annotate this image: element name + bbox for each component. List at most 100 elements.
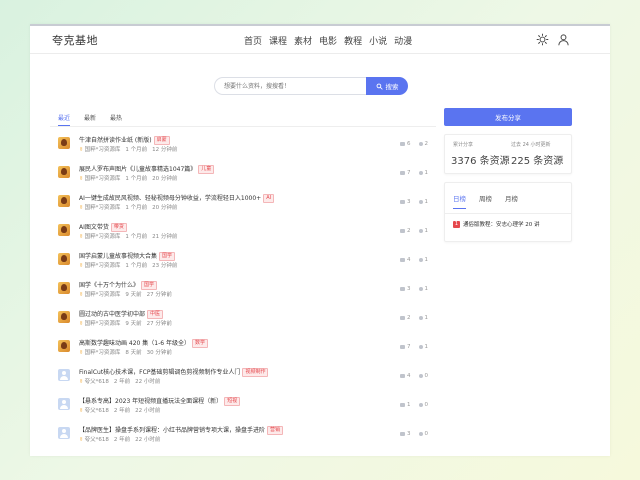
list-item[interactable]: FinalCut核心技术课，FCP基础剪辑调色剪视频制作专业人门 视频制作 ✌夸父*… [50, 365, 436, 395]
search-input[interactable] [214, 77, 366, 95]
nav-materials[interactable]: 素材 [294, 34, 312, 47]
list-tabs: 最近 最新 最热 [50, 111, 436, 127]
item-avatar [58, 398, 70, 410]
item-comments: 1 [418, 344, 428, 350]
ranking-tabs: 日榜 周榜 月榜 [453, 193, 518, 209]
sun-icon[interactable] [536, 33, 549, 46]
item-read-time: 23 分钟前 [152, 263, 178, 269]
item-avatar [58, 427, 70, 439]
item-meta: ✌夸父*618 2 年前 22 小时前 [79, 406, 160, 414]
item-title[interactable]: 国学《十万个为什么》 国学 [79, 280, 158, 290]
list-item[interactable]: AI图文带货 带货 ✌国粹*习资源库 1 个月前 21 分钟前 2 1 [50, 220, 436, 250]
item-stats: 40 [400, 373, 428, 379]
item-posted-time: 1 个月前 [125, 263, 148, 269]
item-comments-count: 1 [424, 170, 429, 176]
list-item[interactable]: 【品牌医生】操盘手系列课程：小红书品牌营销专项大课，操盘手进阶 营销 ✌夸父*618… [50, 423, 436, 453]
thumb-icon: ✌ [79, 234, 84, 240]
nav-novels[interactable]: 小说 [369, 34, 387, 47]
item-meta: ✌国粹*习资源库 9 天前 27 分钟前 [79, 319, 172, 327]
tab-recent[interactable]: 最近 [58, 111, 71, 126]
item-comments: 1 [418, 257, 428, 263]
item-meta: ✌国粹*习资源库 1 个月前 20 分钟前 [79, 174, 177, 182]
item-title[interactable]: AI一键生成故民风视频、轻秘视频母分钟收益，学流程轻日入1000+ AI [79, 193, 275, 203]
item-title[interactable]: 牛津自然拼读作业纸 (新版) 启蒙 [79, 135, 170, 145]
item-title[interactable]: 圆过动的古中医学初中部 中医 [79, 309, 164, 319]
list-item[interactable]: 国学启蒙儿童故事视频大合集 国学 ✌国粹*习资源库 1 个月前 23 分钟前 4 1 [50, 249, 436, 279]
list-item[interactable]: 圆过动的古中医学初中部 中医 ✌国粹*习资源库 9 天前 27 分钟前 2 1 [50, 307, 436, 337]
item-avatar [58, 369, 70, 381]
item-posted-time: 2 年前 [113, 437, 131, 443]
thumb-icon: ✌ [79, 205, 84, 211]
nav-movies[interactable]: 电影 [319, 34, 337, 47]
item-title-text: 【品牌医生】操盘手系列课程：小红书品牌营销专项大课，操盘手进阶 [79, 427, 266, 434]
eye-icon [400, 171, 405, 175]
nav-anime[interactable]: 动漫 [394, 34, 412, 47]
item-tag: 视频制作 [242, 368, 269, 377]
eye-icon [400, 374, 405, 378]
item-read-time: 22 小时前 [135, 437, 161, 443]
list-item[interactable]: 牛津自然拼读作业纸 (新版) 启蒙 ✌国粹*习资源库 1 个月前 12 分钟前 6 2 [50, 133, 436, 163]
item-views: 7 [400, 170, 411, 176]
item-author: ✌国粹*习资源库 [79, 203, 120, 211]
ranking-divider [445, 213, 571, 214]
list-item[interactable]: 高斯数学趣味动画 420 集（1-6 年级全） 数学 ✌国粹*习资源库 8 天前 30 … [50, 336, 436, 366]
item-views: 4 [400, 257, 411, 263]
item-stats: 31 [400, 286, 428, 292]
item-title[interactable]: AI图文带货 带货 [79, 222, 127, 232]
item-title[interactable]: 【品牌医生】操盘手系列课程：小红书品牌营销专项大课，操盘手进阶 营销 [79, 425, 284, 435]
publish-share-button[interactable]: 发布分享 [444, 108, 572, 126]
search-button[interactable]: 搜索 [366, 77, 408, 95]
item-title[interactable]: 【悬系专高】2023 年短视频直播玩法全面课程（新） 短视 [79, 396, 241, 406]
list-item[interactable]: 国学《十万个为什么》 国学 ✌国粹*习资源库 9 天前 27 分钟前 3 1 [50, 278, 436, 308]
item-title-text: 国学启蒙儿童故事视频大合集 [79, 253, 158, 260]
item-author-name: 夸父*618 [84, 379, 109, 385]
item-comments: 1 [418, 228, 428, 234]
item-tag: 启蒙 [153, 136, 170, 145]
site-logo[interactable]: 夸克基地 [52, 32, 98, 48]
item-title[interactable]: FinalCut核心技术课，FCP基础剪辑调色剪视频制作专业人门 视频制作 [79, 367, 269, 377]
tab-hottest[interactable]: 最热 [110, 111, 122, 126]
item-title[interactable]: 高斯数学趣味动画 420 集（1-6 年级全） 数学 [79, 338, 208, 348]
item-author: ✌国粹*习资源库 [79, 319, 120, 327]
item-author-name: 国粹*习资源库 [84, 292, 121, 298]
nav-home[interactable]: 首页 [244, 34, 262, 47]
item-read-time: 20 分钟前 [152, 205, 178, 211]
item-views: 4 [400, 373, 411, 379]
tab-daily[interactable]: 日榜 [453, 193, 466, 209]
item-avatar [58, 166, 70, 178]
item-author: ✌国粹*习资源库 [79, 261, 120, 269]
item-stats: 62 [400, 141, 428, 147]
tab-weekly[interactable]: 周榜 [479, 193, 492, 209]
eye-icon [400, 200, 405, 204]
comment-icon [418, 432, 423, 436]
comment-icon [418, 287, 423, 291]
item-comments: 1 [418, 170, 429, 176]
item-meta: ✌国粹*习资源库 9 天前 27 分钟前 [79, 290, 172, 298]
item-tag: 国学 [141, 281, 158, 290]
item-title[interactable]: 展民人罗布声图片《儿童故事精选1047篇》 儿童 [79, 164, 215, 174]
item-title-text: AI图文带货 [79, 224, 109, 231]
item-views: 3 [400, 431, 411, 437]
item-posted-time: 2 年前 [113, 408, 131, 414]
nav-tutorials[interactable]: 教程 [344, 34, 362, 47]
tab-monthly[interactable]: 月榜 [505, 193, 518, 209]
nav-courses[interactable]: 课程 [269, 34, 287, 47]
item-posted-time: 9 天前 [125, 321, 142, 327]
item-title[interactable]: 国学启蒙儿童故事视频大合集 国学 [79, 251, 176, 261]
item-meta: ✌国粹*习资源库 1 个月前 21 分钟前 [79, 232, 177, 240]
thumb-icon: ✌ [79, 408, 84, 414]
list-item[interactable]: AI一键生成故民风视频、轻秘视频母分钟收益，学流程轻日入1000+ AI ✌国粹*习… [50, 191, 436, 221]
ranking-item[interactable]: 1 通俗版教程：安志心理学 20 讲 [453, 220, 540, 228]
item-views-count: 3 [407, 286, 411, 292]
list-item[interactable]: 【悬系专高】2023 年短视频直播玩法全面课程（新） 短视 ✌夸父*618 2 年前 2… [50, 394, 436, 424]
item-tag: 国学 [159, 252, 176, 261]
list-item[interactable]: 展民人罗布声图片《儿童故事精选1047篇》 儿童 ✌国粹*习资源库 1 个月前 20 分… [50, 162, 436, 192]
item-title-text: AI一键生成故民风视频、轻秘视频母分钟收益，学流程轻日入1000+ [79, 195, 262, 202]
thumb-icon: ✌ [79, 147, 84, 153]
sidebar: 发布分享 累计分享 3376 条资源 过去 24 小时更新 225 条资源 日榜… [444, 108, 572, 242]
user-icon[interactable] [557, 33, 570, 46]
search-bar: 搜索 [214, 77, 408, 95]
tab-newest[interactable]: 最新 [84, 111, 96, 126]
item-title-text: 牛津自然拼读作业纸 (新版) [79, 137, 152, 144]
item-read-time: 27 分钟前 [146, 321, 172, 327]
